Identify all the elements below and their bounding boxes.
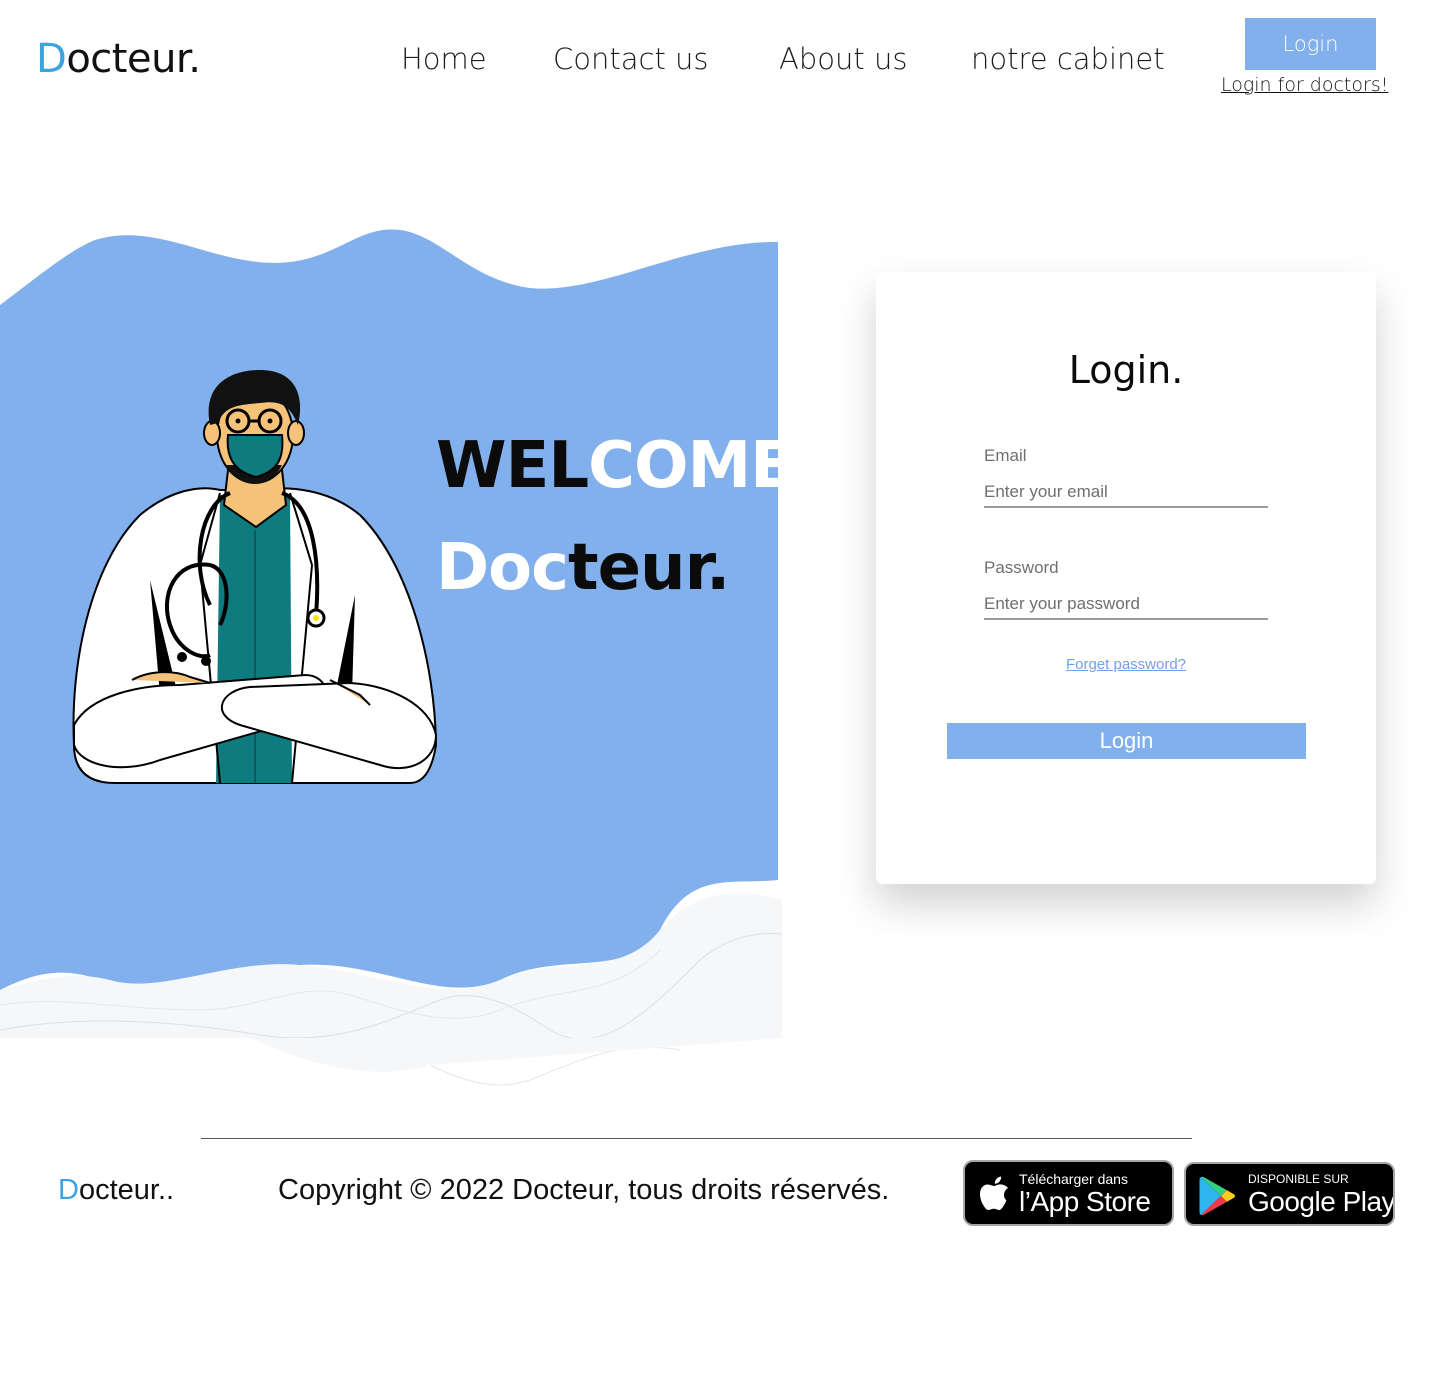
brand-logo[interactable]: Docteur. [36, 36, 201, 82]
nav-home-link[interactable]: Home [401, 42, 487, 76]
hero-welcome-dark: WEL [436, 429, 589, 503]
google-play-small-text: DISPONIBLE SUR [1248, 1172, 1349, 1186]
password-label: Password [984, 558, 1059, 577]
forgot-password-link[interactable]: Forget password? [876, 656, 1376, 673]
brand-logo-initial: D [36, 36, 67, 82]
doctor-illustration-icon [72, 370, 438, 784]
hero-brand-light: Doc [436, 531, 569, 605]
login-for-doctors-link[interactable]: Login for doctors! [1221, 74, 1388, 96]
footer-logo-initial: D [58, 1174, 79, 1206]
email-field[interactable] [984, 478, 1268, 508]
copyright-text: Copyright © 2022 Docteur, tous droits ré… [278, 1174, 890, 1206]
app-store-small-text: Télécharger dans [1019, 1171, 1128, 1187]
hero-brand-dark: teur. [568, 531, 730, 605]
password-field[interactable] [984, 590, 1268, 620]
google-play-icon [1199, 1176, 1235, 1216]
hero-welcome-light: COME [588, 429, 794, 503]
nav-about-link[interactable]: About us [779, 42, 907, 76]
footer-divider [201, 1138, 1192, 1139]
footer-logo[interactable]: Docteur.. [58, 1174, 174, 1207]
brand-logo-rest: octeur. [66, 36, 201, 82]
nav-cabinet-link[interactable]: notre cabinet [971, 42, 1165, 76]
google-play-badge[interactable]: DISPONIBLE SUR Google Play [1184, 1162, 1395, 1226]
login-card: Login. Email Password Forget password? L… [876, 272, 1376, 884]
app-store-big-text: l’App Store [1019, 1186, 1151, 1217]
app-store-badge[interactable]: Télécharger dans l’App Store [963, 1160, 1174, 1226]
footer-logo-rest: octeur.. [78, 1174, 175, 1206]
header-login-button[interactable]: Login [1245, 18, 1376, 70]
email-label: Email [984, 446, 1027, 465]
nav-contact-link[interactable]: Contact us [553, 42, 709, 76]
google-play-big-text: Google Play [1248, 1186, 1395, 1217]
login-card-title: Login. [1068, 348, 1184, 392]
hero-welcome-heading: WELCOME [436, 434, 794, 498]
hero-brand-heading: Docteur. [436, 536, 730, 600]
apple-icon [980, 1176, 1008, 1210]
login-submit-button[interactable]: Login [947, 723, 1306, 759]
